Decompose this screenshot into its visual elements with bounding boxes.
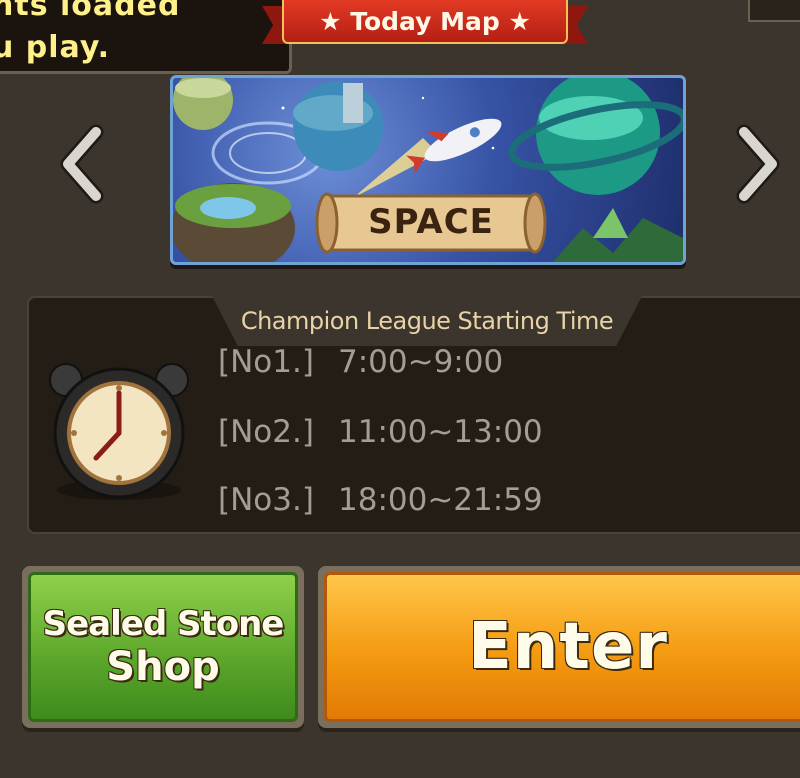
- today-map-banner: ★ Today Map ★: [262, 0, 588, 52]
- map-name-scroll: SPACE: [313, 192, 549, 254]
- row-time: 7:00~9:00: [338, 344, 504, 380]
- notice-line-2: u play.: [0, 30, 111, 65]
- enter-label: Enter: [468, 610, 668, 684]
- next-map-button[interactable]: [722, 116, 792, 212]
- schedule-row-2: [No2.] 11:00~13:00: [218, 414, 543, 450]
- sealed-stone-shop-label-line2: Shop: [106, 644, 220, 690]
- enter-button[interactable]: Enter: [324, 572, 800, 722]
- sealed-stone-shop-label-line1: Sealed Stone: [42, 604, 285, 644]
- schedule-title: Champion League Starting Time: [240, 307, 614, 335]
- alarm-clock-icon: [49, 363, 189, 500]
- map-name-label: SPACE: [368, 202, 494, 242]
- sealed-stone-shop-button[interactable]: Sealed Stone Shop: [28, 572, 298, 722]
- top-right-panel: [748, 0, 800, 22]
- schedule-row-3: [No3.] 18:00~21:59: [218, 482, 543, 518]
- schedule-row-1: [No1.] 7:00~9:00: [218, 344, 503, 380]
- map-card-space[interactable]: SPACE: [170, 75, 686, 265]
- enter-button-frame: Enter: [318, 566, 800, 728]
- schedule-title-tab: Champion League Starting Time: [212, 296, 642, 346]
- banner-title: ★ Today Map ★: [319, 6, 531, 36]
- row-time: 11:00~13:00: [338, 414, 543, 450]
- chevron-left-icon: [60, 124, 104, 204]
- row-number: [No1.]: [218, 344, 314, 380]
- row-number: [No3.]: [218, 482, 314, 518]
- prev-map-button[interactable]: [48, 116, 118, 212]
- row-time: 18:00~21:59: [338, 482, 543, 518]
- sealed-stone-shop-frame: Sealed Stone Shop: [22, 566, 304, 728]
- notice-panel: nts loaded u play.: [0, 0, 292, 74]
- row-number: [No2.]: [218, 414, 314, 450]
- notice-line-1: nts loaded: [0, 0, 181, 23]
- ribbon-band: ★ Today Map ★: [282, 0, 568, 44]
- chevron-right-icon: [736, 124, 780, 204]
